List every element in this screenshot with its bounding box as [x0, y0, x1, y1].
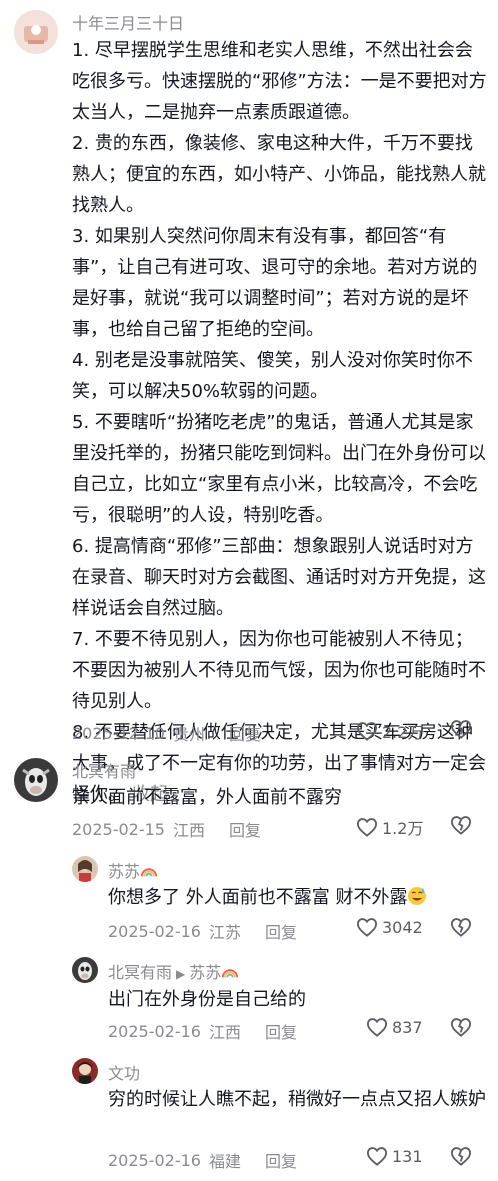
like-count: 2.2万 — [382, 723, 424, 742]
comment-author[interactable]: 北冥有雨 — [72, 758, 136, 782]
comment-date: 2025-02-16 — [108, 1150, 201, 1170]
comment-author[interactable]: 北冥有雨 ▶ 苏苏 — [108, 959, 239, 983]
comment-author-name: 苏苏 — [108, 862, 141, 881]
heart-outline-icon — [356, 818, 378, 837]
comment-author[interactable]: 苏苏 — [108, 858, 158, 882]
comment-paragraph: 1. 尽早摆脱学生思维和老实人思维，不然出社会会吃很多亏。快速摆脱的“邪修”方法… — [72, 40, 487, 123]
heart-outline-icon — [356, 918, 378, 937]
reply-button[interactable]: 回复 — [265, 1148, 297, 1172]
like-count: 3042 — [382, 917, 423, 937]
comment-text: 出门在外身份是自己给的 — [108, 989, 306, 1010]
comment-text: 你想多了 外人面前也不露富 财不外露 — [108, 882, 488, 913]
rainbow-emoji-icon — [140, 868, 158, 877]
comment-reply: 苏苏 你想多了 外人面前也不露富 财不外露 2025-02-16 江苏 回复 3… — [0, 850, 498, 950]
comment-paragraph: 4. 别老是没事就陪笑、傻笑，别人没对你笑时你不笑，可以解决50%软弱的问题。 — [72, 350, 473, 402]
comment-meta: 2025-02-16 江苏 回复 — [108, 919, 297, 943]
comment-location: 福建 — [208, 1152, 241, 1171]
avatar[interactable] — [72, 856, 98, 882]
broken-heart-icon — [450, 918, 472, 937]
reply-button[interactable]: 回复 — [229, 817, 261, 841]
broken-heart-icon — [450, 1147, 472, 1166]
avatar[interactable] — [72, 957, 98, 983]
reply-button[interactable]: 回复 — [229, 721, 261, 745]
heart-outline-icon — [366, 1147, 388, 1166]
comment-top-level: 北冥有雨 亲人面前不露富，外人面前不露穷 2025-02-15 江西 回复 1.… — [0, 750, 498, 850]
comment-meta: 2025-02-15 江西 回复 — [72, 817, 261, 841]
heart-outline-icon — [366, 1018, 388, 1037]
comment-text-content: 你想多了 外人面前也不露富 财不外露 — [108, 887, 408, 908]
avatar[interactable] — [14, 758, 58, 802]
like-button[interactable]: 1.2万 — [356, 815, 423, 839]
dislike-button[interactable] — [450, 1146, 472, 1170]
reply-to-name[interactable]: 苏苏 — [189, 963, 221, 982]
comment-meta: 2025-02-16 江西 回复 — [108, 1019, 297, 1043]
comment-text: 亲人面前不露富，外人面前不露穷 — [72, 787, 342, 808]
comment-location: 江西 — [172, 821, 205, 840]
comment-paragraph: 6. 提高情商“邪修”三部曲：想象跟别人说话时对方在录音、聊天时对方会截图、通话… — [72, 536, 486, 619]
comment-text: 穷的时候让人瞧不起，稍微好一点点又招人嫉妒 — [108, 1089, 486, 1110]
comment-date: 2025-02-16 — [108, 1021, 201, 1041]
comment-date: 2025-02-16 — [108, 921, 201, 941]
heart-outline-icon — [356, 722, 378, 741]
dislike-button[interactable] — [450, 917, 472, 941]
like-count: 131 — [392, 1146, 423, 1166]
reply-button[interactable]: 回复 — [265, 1019, 297, 1043]
comment-date: 2025-12-10 — [72, 723, 165, 743]
comment-text: 1. 尽早摆脱学生思维和老实人思维，不然出社会会吃很多亏。快速摆脱的“邪修”方法… — [72, 35, 490, 810]
comment-location: 贵州 — [172, 725, 205, 744]
dislike-button[interactable] — [450, 719, 472, 743]
sweat-smile-emoji-icon — [408, 887, 427, 905]
comment-top-level: 十年三月三十日 1. 尽早摆脱学生思维和老实人思维，不然出社会会吃很多亏。快速摆… — [0, 0, 498, 805]
comment-author[interactable]: 十年三月三十日 — [72, 10, 184, 34]
like-button[interactable]: 2.2万 — [356, 719, 423, 743]
rainbow-emoji-icon — [222, 969, 239, 978]
comment-author[interactable]: 文功 — [108, 1060, 140, 1084]
broken-heart-icon — [450, 1018, 472, 1037]
like-button[interactable]: 837 — [366, 1017, 423, 1037]
comment-location: 江苏 — [208, 923, 241, 942]
reply-button[interactable]: 回复 — [265, 919, 297, 943]
comment-meta: 2025-12-10 贵州 回复 — [72, 721, 261, 745]
comment-author-name: 北冥有雨 — [108, 963, 173, 982]
comment-meta: 2025-02-16 福建 回复 — [108, 1148, 297, 1172]
comment-date: 2025-02-15 — [72, 819, 165, 839]
like-button[interactable]: 3042 — [356, 917, 423, 937]
reply-arrow-icon: ▶ — [176, 967, 186, 981]
dislike-button[interactable] — [450, 815, 472, 839]
like-count: 1.2万 — [382, 819, 424, 838]
dislike-button[interactable] — [450, 1017, 472, 1041]
broken-heart-icon — [450, 816, 472, 835]
like-count: 837 — [392, 1017, 423, 1037]
comment-paragraph: 2. 贵的东西，像装修、家电这种大件，千万不要找熟人；便宜的东西，如小特产、小饰… — [72, 133, 486, 216]
comment-paragraph: 3. 如果别人突然问你周末有没有事，都回答“有事”，让自己有进可攻、退可守的余地… — [72, 226, 478, 340]
broken-heart-icon — [450, 720, 472, 739]
avatar[interactable] — [72, 1058, 98, 1084]
comment-paragraph: 5. 不要瞎听“扮猪吃老虎”的鬼话，普通人尤其是家里没托举的，扮猪只能吃到饲料。… — [72, 412, 486, 526]
like-button[interactable]: 131 — [366, 1146, 423, 1166]
comment-reply: 文功 穷的时候让人瞧不起，稍微好一点点又招人嫉妒 2025-02-16 福建 回… — [0, 1052, 498, 1181]
comment-location: 江西 — [208, 1023, 241, 1042]
comment-reply: 北冥有雨 ▶ 苏苏 出门在外身份是自己给的 2025-02-16 江西 回复 837 — [0, 950, 498, 1052]
comment-paragraph: 7. 不要不待见别人，因为你也可能被别人不待见；不要因为被别人不待见而气馁，因为… — [72, 629, 486, 712]
avatar[interactable] — [14, 10, 58, 54]
